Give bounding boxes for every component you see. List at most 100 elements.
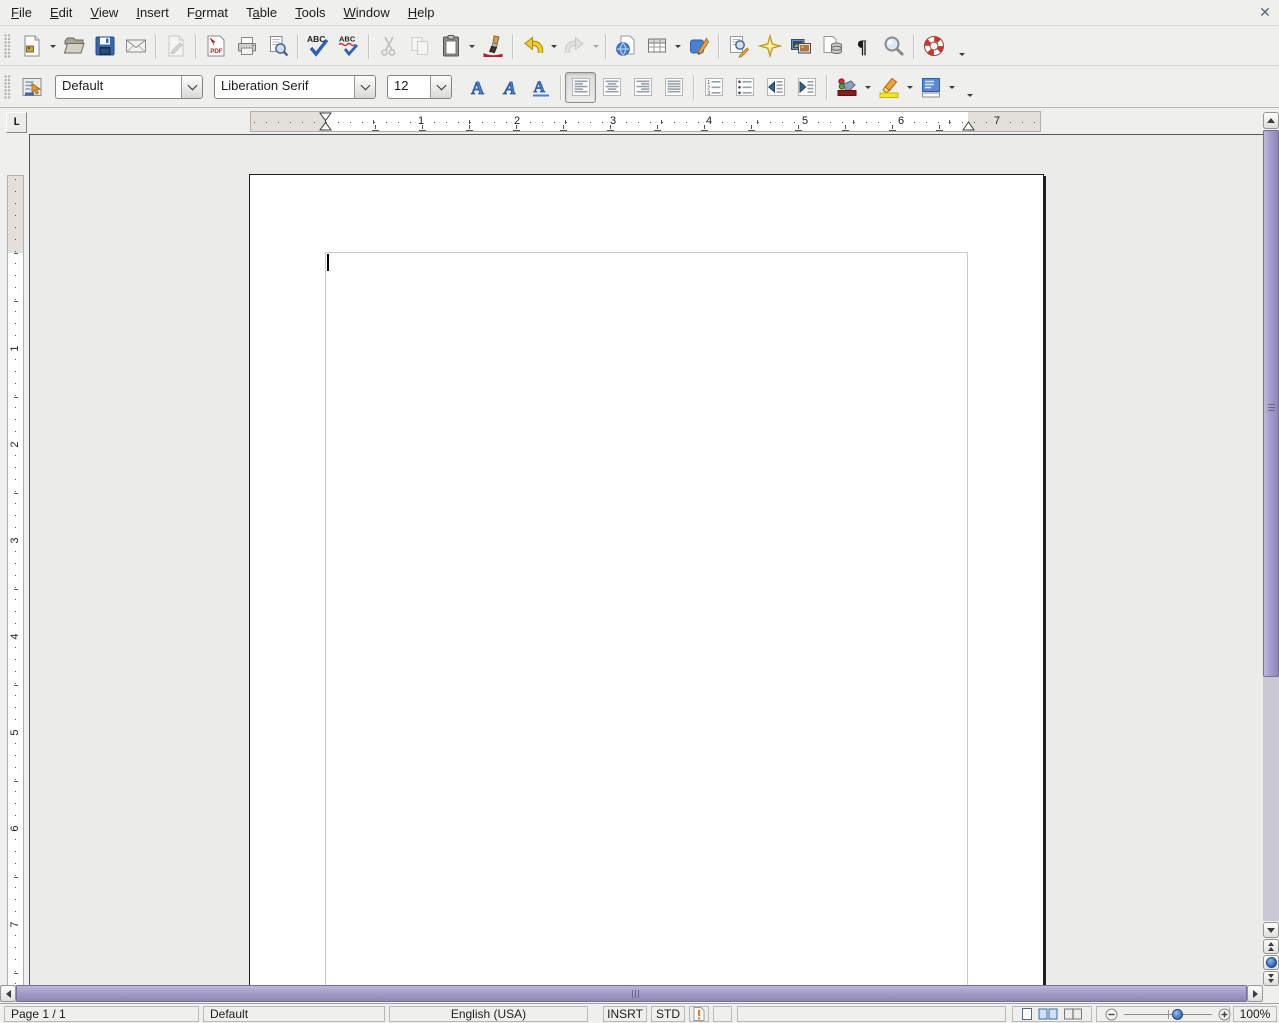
email-document-button[interactable] (120, 31, 151, 62)
numbered-list-button[interactable]: 1 2 3 (698, 72, 729, 103)
cut-button[interactable] (373, 31, 404, 62)
help-button[interactable] (918, 31, 949, 62)
font-color-dropdown[interactable] (862, 73, 873, 102)
nonprinting-characters-button[interactable]: ¶ (847, 31, 878, 62)
highlighting-dropdown[interactable] (904, 73, 915, 102)
format-paintbrush-button[interactable] (477, 31, 508, 62)
font-name-value[interactable]: Liberation Serif (215, 76, 354, 98)
zoom-slider-track[interactable] (1124, 1010, 1212, 1019)
edit-file-button[interactable] (160, 31, 191, 62)
bullet-list-button[interactable] (729, 72, 760, 103)
horizontal-scroll-thumb[interactable] (16, 985, 1247, 1002)
insert-table-dropdown[interactable] (672, 32, 683, 61)
font-name-dropdown[interactable] (354, 76, 375, 98)
scroll-right-button[interactable] (1247, 985, 1263, 1002)
align-left-button[interactable] (565, 72, 596, 103)
styles-and-formatting-button[interactable] (16, 72, 47, 103)
font-size-value[interactable]: 12 (388, 76, 430, 98)
new-document-button[interactable] (16, 31, 47, 62)
font-color-button[interactable] (831, 72, 862, 103)
insert-mode-field[interactable]: INSRT (603, 1006, 647, 1022)
document-canvas[interactable] (29, 134, 1263, 985)
highlighting-button[interactable] (873, 72, 904, 103)
paste-dropdown[interactable] (466, 32, 477, 61)
scroll-up-button[interactable] (1263, 112, 1279, 129)
formatting-toolbar-options-dropdown[interactable] (963, 70, 976, 104)
draw-functions-button[interactable] (683, 31, 714, 62)
menu-edit[interactable]: Edit (41, 1, 81, 24)
horizontal-scrollbar[interactable] (0, 985, 1263, 1002)
vertical-ruler[interactable]: 1234567 (7, 175, 24, 986)
data-sources-button[interactable] (816, 31, 847, 62)
page[interactable] (249, 174, 1044, 985)
open-button[interactable] (58, 31, 89, 62)
menu-tools[interactable]: Tools (286, 1, 334, 24)
spellcheck-button[interactable]: ABC (302, 31, 333, 62)
paste-button[interactable] (435, 31, 466, 62)
italic-button[interactable]: A (494, 72, 525, 103)
insert-table-button[interactable] (641, 31, 672, 62)
menu-file[interactable]: File (2, 1, 41, 24)
menu-table[interactable]: Table (237, 1, 286, 24)
menu-format[interactable]: Format (178, 1, 237, 24)
justify-button[interactable] (658, 72, 689, 103)
navigator-button[interactable] (754, 31, 785, 62)
page-indicator[interactable]: Page 1 / 1 (4, 1006, 199, 1022)
find-replace-button[interactable] (723, 31, 754, 62)
scroll-down-button[interactable] (1263, 922, 1279, 938)
zoom-level-field[interactable]: 100% (1233, 1006, 1277, 1022)
navigation-button[interactable] (1263, 955, 1279, 970)
paragraph-background-button[interactable] (915, 72, 946, 103)
auto-spellcheck-button[interactable]: ABC (333, 31, 364, 62)
decrease-indent-button[interactable] (760, 72, 791, 103)
paragraph-style-value[interactable]: Default (56, 76, 181, 98)
close-document-icon[interactable]: ✕ (1257, 4, 1273, 20)
book-view-icon[interactable] (1063, 1007, 1083, 1021)
page-preview-button[interactable] (262, 31, 293, 62)
page-style-field[interactable]: Default (203, 1006, 385, 1022)
zoom-in-icon[interactable] (1218, 1008, 1231, 1021)
horizontal-ruler[interactable]: 1234567 (250, 111, 1041, 132)
undo-button[interactable] (517, 31, 548, 62)
text-boundary[interactable] (325, 252, 968, 985)
font-size-combobox[interactable]: 12 (387, 75, 452, 99)
standard-toolbar-options-dropdown[interactable] (955, 29, 968, 63)
single-page-view-icon[interactable] (1021, 1007, 1033, 1021)
zoom-slider[interactable] (1096, 1006, 1230, 1022)
vertical-scrollbar[interactable] (1263, 112, 1279, 986)
zoom-out-icon[interactable] (1105, 1008, 1118, 1021)
zoom-slider-knob[interactable] (1172, 1009, 1183, 1020)
copy-button[interactable] (404, 31, 435, 62)
underline-button[interactable]: A (525, 72, 556, 103)
paragraph-style-dropdown[interactable] (181, 76, 202, 98)
hyperlink-button[interactable] (610, 31, 641, 62)
increase-indent-button[interactable] (791, 72, 822, 103)
menu-help[interactable]: Help (399, 1, 444, 24)
menu-insert[interactable]: Insert (127, 1, 178, 24)
right-indent-marker[interactable] (962, 121, 975, 131)
redo-button[interactable] (559, 31, 590, 62)
paragraph-style-combobox[interactable]: Default (55, 75, 203, 99)
new-document-dropdown[interactable] (47, 32, 58, 61)
align-center-button[interactable] (596, 72, 627, 103)
vertical-scroll-track[interactable] (1263, 130, 1279, 921)
paragraph-background-dropdown[interactable] (946, 73, 957, 102)
zoom-button[interactable] (878, 31, 909, 62)
left-indent-marker[interactable] (319, 112, 332, 131)
bold-button[interactable]: A (463, 72, 494, 103)
redo-dropdown[interactable] (590, 32, 601, 61)
menu-window[interactable]: Window (335, 1, 399, 24)
gallery-button[interactable] (785, 31, 816, 62)
tab-stop-type-button[interactable]: L (6, 112, 27, 133)
vertical-scroll-thumb[interactable] (1263, 130, 1279, 677)
font-name-combobox[interactable]: Liberation Serif (214, 75, 376, 99)
toolbar-grip[interactable] (4, 75, 11, 99)
save-button[interactable] (89, 31, 120, 62)
multi-page-view-icon[interactable] (1038, 1007, 1058, 1021)
font-size-dropdown[interactable] (430, 76, 451, 98)
undo-dropdown[interactable] (548, 32, 559, 61)
previous-page-button[interactable] (1263, 939, 1279, 954)
language-field[interactable]: English (USA) (389, 1006, 588, 1022)
toolbar-grip[interactable] (4, 34, 11, 58)
align-right-button[interactable] (627, 72, 658, 103)
